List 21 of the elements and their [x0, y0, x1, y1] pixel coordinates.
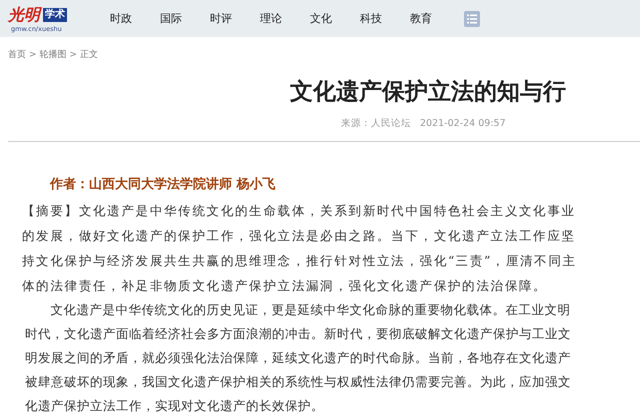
nav-link[interactable]: 时评 — [210, 11, 260, 26]
article-author: 作者：山西大同大学法学院讲师 杨小飞 — [50, 176, 277, 194]
breadcrumb-link[interactable]: 首页 — [8, 48, 26, 62]
nav-link[interactable]: 理论 — [260, 11, 310, 26]
logo-mark[interactable]: 光明 — [8, 6, 40, 24]
article-paragraph: 文化遗产是中华传统文化的历史见证，更是延续中华文化命脉的重要物化载体。在工业文明时代，文化遗产面临着经济社会多方面浪潮的冲击。新时代，要彻底破解文化遗产保护与工业文明发展之间的矛盾，就必须强化法治保障，延续文化遗产的时代命脉。当前，各地存在文化遗产被肆意破坏的现象，我国文化遗产保护相关的系统性与权威性法律仍需要完善。为此，应加强文化遗产保护立法工作，实现对文化遗产的长效保护。 — [25, 301, 572, 415]
nav-link[interactable]: 文化 — [310, 11, 360, 26]
breadcrumb-current: 正文 — [80, 48, 98, 62]
menu-icon[interactable] — [464, 10, 480, 26]
article-abstract: 【摘要】文化遗产是中华传统文化的生命载体，关系到新时代中国特色社会主义文化事业的发展，做好文化遗产的保护工作，强化立法是必由之路。当下，文化遗产立法工作应坚持文化保护与经济发展共生共赢的思维理念，推行针对性立法，强化“三责”，厘清不同主体的法律责任，补足非物质文化遗产保护立法漏洞，强化文化遗产保护的法治保障。 — [22, 202, 578, 295]
nav-link[interactable]: 科技 — [360, 11, 410, 26]
nav-link[interactable]: 时政 — [110, 11, 160, 26]
nav-link[interactable]: 教育 — [410, 11, 460, 26]
article-title: 文化遗产保护立法的知与行 — [289, 78, 567, 107]
article-date: 2021-02-24 09:57 — [420, 117, 506, 131]
breadcrumb-separator: > — [70, 49, 78, 62]
breadcrumb-link[interactable]: 轮播图 — [40, 48, 67, 62]
logo-badge[interactable]: 学术 — [43, 8, 67, 22]
breadcrumb-separator: > — [29, 49, 37, 62]
nav-link[interactable]: 国际 — [160, 11, 210, 26]
article-source: 来源：人民论坛 — [341, 117, 411, 131]
